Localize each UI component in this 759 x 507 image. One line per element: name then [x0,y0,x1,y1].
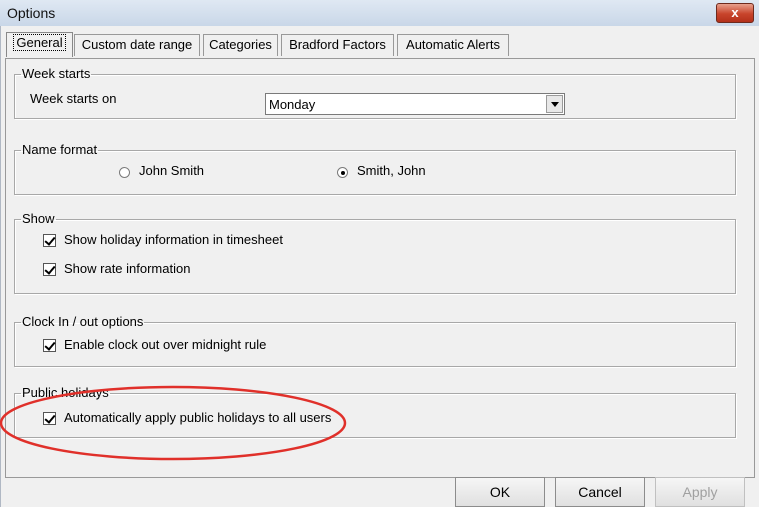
tab-general[interactable]: General [6,32,73,57]
tab-label: General [13,34,66,51]
clock-midnight-label[interactable]: Enable clock out over midnight rule [64,337,266,352]
button-label: Cancel [578,484,622,500]
show-rate-label[interactable]: Show rate information [64,261,190,276]
week-starts-group: Week starts Week starts on Monday [14,67,736,119]
public-holidays-label[interactable]: Automatically apply public holidays to a… [64,410,331,425]
radio-john-smith[interactable] [119,167,130,178]
group-legend: Clock In / out options [22,314,144,329]
cancel-button[interactable]: Cancel [555,477,645,507]
tab-categories[interactable]: Categories [203,34,278,56]
ok-button[interactable]: OK [455,477,545,507]
group-legend: Week starts [22,66,91,81]
clock-midnight-checkbox[interactable] [43,339,56,352]
button-label: OK [489,484,511,500]
week-starts-label: Week starts on [30,91,117,106]
tab-label: Bradford Factors [289,37,386,52]
public-holidays-group: Public holidays Automatically apply publ… [14,386,736,438]
show-group: Show Show holiday information in timeshe… [14,212,736,294]
options-dialog: General Custom date range Categories Bra… [0,26,759,507]
show-holiday-label[interactable]: Show holiday information in timesheet [64,232,283,247]
radio-label-john-smith[interactable]: John Smith [139,163,204,178]
show-rate-checkbox[interactable] [43,263,56,276]
chevron-down-icon[interactable] [546,95,563,113]
tab-automatic-alerts[interactable]: Automatic Alerts [397,34,509,56]
general-tab-panel: Week starts Week starts on Monday Name f… [5,58,755,478]
button-label: Apply [682,484,718,500]
group-legend: Public holidays [22,385,109,400]
group-legend: Name format [22,142,98,157]
radio-smith-john[interactable] [337,167,348,178]
tab-custom-date-range[interactable]: Custom date range [74,34,200,56]
tab-label: Automatic Alerts [406,37,500,52]
public-holidays-checkbox[interactable] [43,412,56,425]
close-icon: x [731,5,739,20]
clock-options-group: Clock In / out options Enable clock out … [14,315,736,367]
window-title: Options [7,5,56,21]
dropdown-value: Monday [269,97,316,112]
show-holiday-checkbox[interactable] [43,234,56,247]
tab-bradford-factors[interactable]: Bradford Factors [281,34,394,56]
close-button[interactable]: x [716,3,754,23]
tab-label: Custom date range [81,37,193,52]
group-legend: Show [22,211,55,226]
tab-label: Categories [209,37,272,52]
week-starts-dropdown[interactable]: Monday [265,93,565,115]
name-format-group: Name format John Smith Smith, John [14,143,736,195]
apply-button[interactable]: Apply [655,477,745,507]
radio-label-smith-john[interactable]: Smith, John [357,163,426,178]
title-bar: Options x [0,0,759,27]
